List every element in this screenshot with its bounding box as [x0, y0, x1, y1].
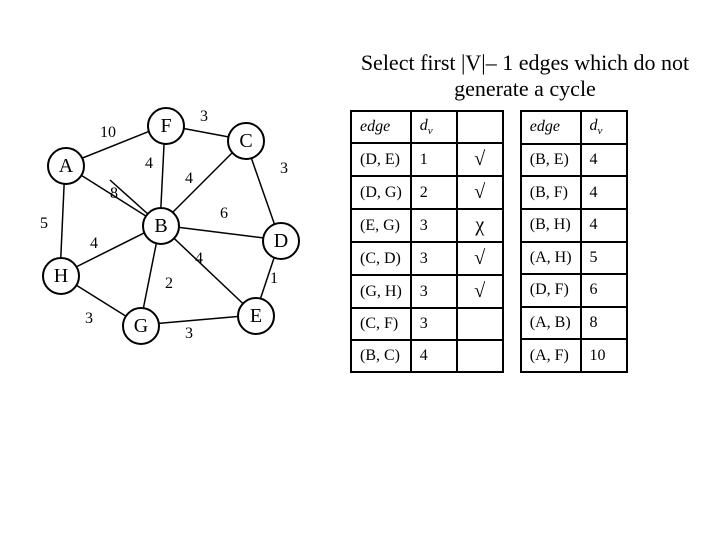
table-row: (D, E)1√ [351, 143, 503, 176]
weight-ah: 5 [40, 215, 48, 233]
weight-bd4: 4 [195, 250, 203, 268]
data-cell: 4 [581, 144, 627, 177]
data-cell: 8 [581, 307, 627, 340]
table-right: edge dv (B, E)4(B, F)4(B, H)4(A, H)5(D, … [520, 110, 628, 373]
table-row: (C, F)3 [351, 308, 503, 340]
table-row: (B, E)4 [521, 144, 627, 177]
data-cell: (A, F) [521, 339, 581, 372]
table-row: (G, H)3√ [351, 275, 503, 308]
data-cell: 5 [581, 242, 627, 275]
mark-cell: √ [457, 275, 503, 308]
data-cell: 6 [581, 274, 627, 307]
mark-cell [457, 308, 503, 340]
mark-cell: χ [457, 209, 503, 242]
weight-hg: 3 [85, 310, 93, 328]
mark-cell: √ [457, 176, 503, 209]
node-g: G [122, 307, 160, 345]
page-title: Select first |V|– 1 edges which do not g… [350, 50, 700, 102]
table-row: (B, F)4 [521, 176, 627, 209]
data-cell: (C, D) [351, 242, 411, 275]
data-cell: (B, F) [521, 176, 581, 209]
table-row: (A, H)5 [521, 242, 627, 275]
data-cell: (A, B) [521, 307, 581, 340]
node-e: E [237, 297, 275, 335]
data-cell: 3 [411, 308, 457, 340]
table-row: (C, D)3√ [351, 242, 503, 275]
data-cell: (D, G) [351, 176, 411, 209]
table-row: (D, F)6 [521, 274, 627, 307]
col-edge: edge [351, 111, 411, 143]
col-dv: dv [581, 111, 627, 144]
data-cell: (G, H) [351, 275, 411, 308]
data-cell: (B, H) [521, 209, 581, 242]
mark-cell: √ [457, 143, 503, 176]
table-left: edge dv (D, E)1√(D, G)2√(E, G)3χ(C, D)3√… [350, 110, 504, 373]
edge-tables: edge dv (D, E)1√(D, G)2√(E, G)3χ(C, D)3√… [350, 110, 628, 373]
data-cell: 4 [411, 340, 457, 372]
table-header-row: edge dv [351, 111, 503, 143]
data-cell: 2 [411, 176, 457, 209]
table-row: (A, F)10 [521, 339, 627, 372]
table-row: (E, G)3χ [351, 209, 503, 242]
node-b: B [142, 207, 180, 245]
col-mark [457, 111, 503, 143]
weight-bd6: 6 [220, 205, 228, 223]
node-h: H [42, 257, 80, 295]
data-cell: (B, C) [351, 340, 411, 372]
node-f: F [147, 107, 185, 145]
weight-gb: 2 [165, 275, 173, 293]
data-cell: (D, E) [351, 143, 411, 176]
data-cell: 1 [411, 143, 457, 176]
col-dv: dv [411, 111, 457, 143]
data-cell: 4 [581, 209, 627, 242]
table-row: (B, C)4 [351, 340, 503, 372]
data-cell: (D, F) [521, 274, 581, 307]
data-cell: (A, H) [521, 242, 581, 275]
weight-ab: 8 [110, 185, 118, 203]
mark-cell: √ [457, 242, 503, 275]
table-row: (B, H)4 [521, 209, 627, 242]
weight-ge: 3 [185, 325, 193, 343]
data-cell: (E, G) [351, 209, 411, 242]
table-row: (D, G)2√ [351, 176, 503, 209]
data-cell: 3 [411, 209, 457, 242]
mark-cell [457, 340, 503, 372]
data-cell: 10 [581, 339, 627, 372]
weight-de: 1 [270, 270, 278, 288]
data-cell: (B, E) [521, 144, 581, 177]
data-cell: 3 [411, 242, 457, 275]
weight-fb: 4 [145, 155, 153, 173]
col-edge: edge [521, 111, 581, 144]
node-c: C [227, 122, 265, 160]
data-cell: 4 [581, 176, 627, 209]
node-a: A [47, 147, 85, 185]
node-d: D [262, 222, 300, 260]
data-cell: 3 [411, 275, 457, 308]
weight-bc: 4 [185, 170, 193, 188]
weight-fc: 3 [200, 108, 208, 126]
table-row: (A, B)8 [521, 307, 627, 340]
data-cell: (C, F) [351, 308, 411, 340]
weight-hb: 4 [90, 235, 98, 253]
graph-diagram: A F C B D H G E 10 3 4 3 8 4 6 5 4 4 1 3… [30, 100, 330, 400]
table-header-row: edge dv [521, 111, 627, 144]
weight-cd3: 3 [280, 160, 288, 178]
weight-af: 10 [100, 124, 116, 142]
